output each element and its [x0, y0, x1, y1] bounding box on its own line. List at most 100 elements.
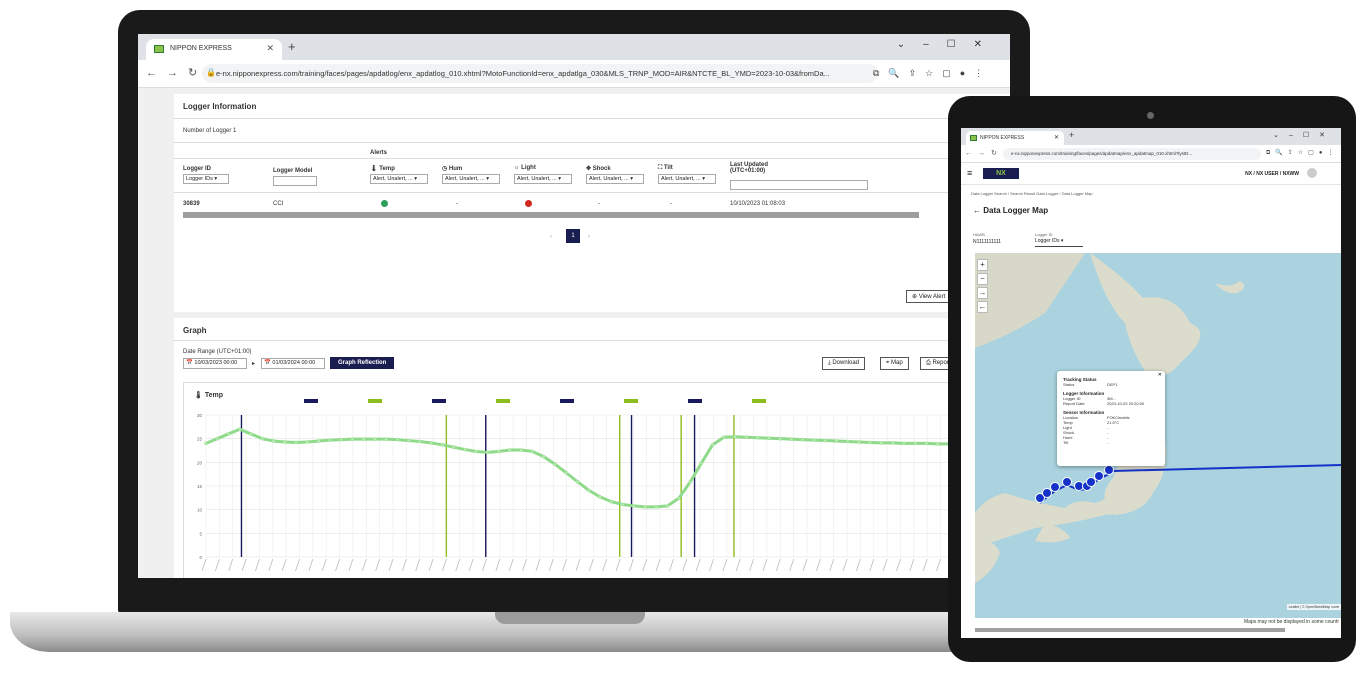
legend-swatch	[624, 399, 638, 403]
hamburger-menu-icon[interactable]: ≡	[967, 168, 972, 178]
light-alert-filter[interactable]: Alert, Unalert, ... ▾	[514, 174, 572, 184]
temp-data-point	[541, 454, 546, 459]
temp-data-point	[575, 479, 580, 484]
data-logger-map[interactable]: + − → ← ✕ Tracking Status Status DEP1 Log…	[975, 253, 1341, 618]
close-tab-icon[interactable]: ✕	[1054, 134, 1059, 141]
x-tick-label	[709, 558, 714, 572]
temp-data-point	[474, 449, 479, 454]
next-page-icon[interactable]: ›	[588, 234, 590, 240]
temp-data-point	[485, 450, 490, 455]
route-marker-icon[interactable]	[1050, 482, 1060, 492]
graph-reflection-button[interactable]: Graph Reflection	[330, 357, 395, 369]
x-tick-label	[629, 558, 634, 572]
x-tick-label	[522, 558, 527, 572]
nx-logo: NX	[983, 168, 1019, 179]
temp-data-point	[913, 441, 918, 446]
x-tick-label	[922, 558, 928, 572]
x-tick-label	[588, 558, 594, 572]
map-button[interactable]: ⌖ Map	[880, 357, 909, 370]
x-tick-label	[802, 558, 808, 572]
x-tick-label	[348, 558, 354, 572]
browser-toolbar-icons[interactable]: ⧉🔍⇪☆▢●⋮	[1266, 149, 1338, 157]
new-tab-icon[interactable]: +	[288, 39, 296, 54]
temp-data-point	[249, 432, 253, 436]
temp-data-point	[496, 449, 501, 454]
route-marker-icon[interactable]	[1086, 477, 1096, 487]
url-field[interactable]: 🔒 e-nx.nipponexpress.com/training/faces/…	[202, 64, 878, 83]
prev-page-icon[interactable]: ‹	[550, 234, 552, 240]
horizontal-scrollbar[interactable]	[183, 212, 919, 218]
nav-buttons[interactable]: ←→↻	[965, 149, 1003, 157]
cell-model: CCI	[273, 201, 284, 207]
cell-logger-id[interactable]: 30839	[183, 201, 200, 207]
map-zoom-controls: + − → ←	[977, 259, 988, 315]
zoom-in-button[interactable]: +	[977, 259, 988, 271]
tablet-browser-tab[interactable]: NIPPON EXPRESS ✕	[966, 131, 1064, 145]
date-to-input[interactable]: 📅 01/03/2024 00:00	[261, 358, 325, 369]
shock-alert-filter[interactable]: Alert, Unalert, ... ▾	[586, 174, 644, 184]
nx-favicon-icon	[970, 135, 977, 141]
hum-alert-filter[interactable]: Alert, Unalert, ... ▾	[442, 174, 500, 184]
window-controls[interactable]: ⌄–☐✕	[897, 39, 1000, 50]
pan-right-icon[interactable]: →	[977, 287, 988, 299]
new-tab-icon[interactable]: +	[1069, 130, 1074, 140]
temp-alert-filter[interactable]: Alert, Unalert, ... ▾	[370, 174, 428, 184]
logger-id-filter[interactable]: Logger IDs ▾	[183, 174, 229, 184]
legend-swatch	[368, 399, 382, 403]
date-from-input[interactable]: 📅 10/03/2023 00:00	[183, 358, 247, 369]
download-button[interactable]: ⤓ Download	[822, 357, 866, 370]
page-number-current[interactable]: 1	[566, 229, 580, 243]
temp-data-point	[767, 436, 771, 441]
view-alert-button[interactable]: ⊕ View Alert	[906, 290, 952, 303]
temp-data-point	[935, 442, 940, 446]
cell-last-updated: 10/10/2023 01:08:03	[730, 201, 786, 207]
lock-icon: 🔒	[206, 68, 216, 77]
legend-swatch	[496, 399, 510, 403]
close-tab-icon[interactable]: ✕	[266, 43, 274, 54]
cell-hum: -	[456, 201, 458, 207]
route-marker-icon[interactable]	[1062, 477, 1072, 487]
window-controls[interactable]: ⌄–☐✕	[1273, 131, 1335, 139]
nav-buttons[interactable]: ←→↻	[146, 66, 207, 79]
logger-model-filter[interactable]	[273, 176, 317, 186]
tablet-url-field[interactable]: e-nx.nipponexpress.com/training/faces/pa…	[1003, 148, 1261, 160]
temp-data-point	[339, 437, 343, 442]
back-arrow-icon[interactable]: ←	[973, 206, 981, 215]
logger-id-select[interactable]: Logger IDs ▾	[1035, 238, 1083, 247]
x-tick-label	[388, 558, 394, 572]
date-range-label: Date Range (UTC+01:00)	[183, 349, 252, 355]
tablet-tabbar: NIPPON EXPRESS ✕ + ⌄–☐✕	[961, 128, 1341, 145]
x-tick-label	[896, 558, 901, 572]
col-temp: 🌡 Temp	[370, 166, 395, 172]
temp-data-point	[204, 441, 208, 446]
route-marker-icon[interactable]	[1104, 465, 1114, 475]
avatar[interactable]	[1307, 168, 1317, 178]
x-tick-label	[241, 558, 247, 572]
x-tick-label	[842, 558, 848, 572]
x-tick-label	[815, 558, 821, 572]
zoom-out-button[interactable]: −	[977, 273, 988, 285]
temp-data-point	[350, 437, 355, 441]
temp-chart: 0 5 10 15 20 25 30	[197, 399, 996, 572]
browser-tab[interactable]: NIPPON EXPRESS ✕	[146, 39, 282, 60]
last-updated-filter[interactable]	[730, 180, 868, 190]
temp-data-point	[586, 488, 591, 493]
tablet-scrollbar[interactable]	[975, 628, 1285, 632]
route-marker-icon[interactable]	[1094, 471, 1104, 481]
x-tick-label	[295, 558, 300, 572]
x-tick-label	[615, 558, 621, 572]
temp-data-point	[733, 434, 737, 439]
route-marker-icon[interactable]	[1042, 488, 1052, 498]
tilt-alert-filter[interactable]: Alert, Unalert, ... ▾	[658, 174, 716, 184]
close-popup-icon[interactable]: ✕	[1158, 372, 1162, 378]
tablet-screen: NIPPON EXPRESS ✕ + ⌄–☐✕ ←→↻ e-nx.nippone…	[961, 128, 1341, 638]
browser-toolbar-icons[interactable]: ⧉🔍⇪☆▢●⋮	[873, 68, 992, 79]
x-tick-label	[308, 558, 314, 572]
map-attribution[interactable]: Leaflet | © OpenStreetMap contr	[1286, 604, 1341, 610]
x-tick-label	[201, 558, 207, 572]
pan-left-icon[interactable]: ←	[977, 301, 988, 313]
tablet-tab-title: NIPPON EXPRESS	[980, 135, 1025, 141]
col-light: ☼ Light	[514, 165, 536, 171]
temp-data-point	[699, 461, 704, 466]
legend-swatch	[432, 399, 446, 403]
